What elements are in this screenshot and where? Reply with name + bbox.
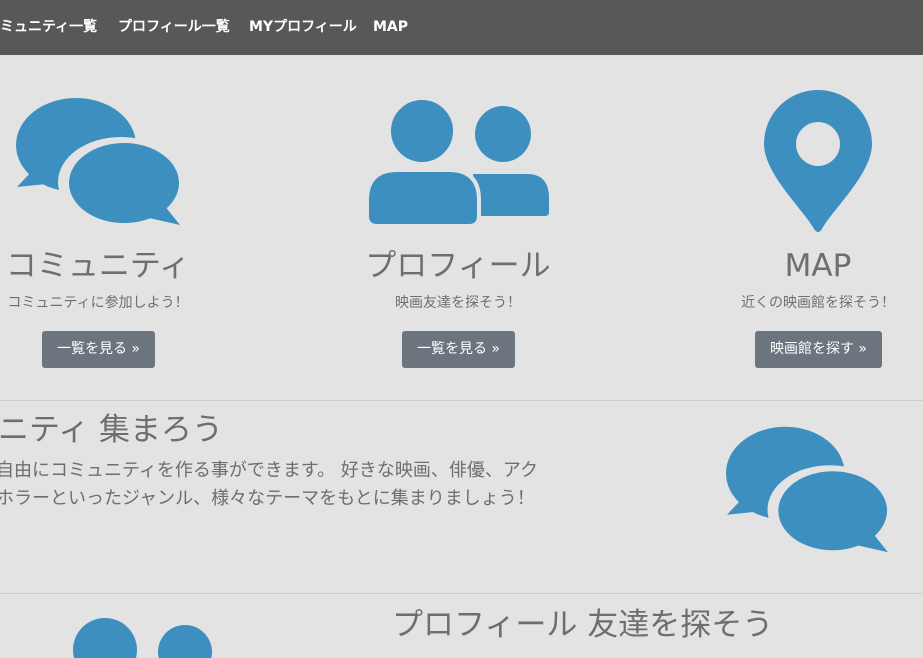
find-theater-button[interactable]: 映画館を探す » — [755, 331, 882, 368]
nav-link-community-list[interactable]: ミュニティ一覧 — [0, 17, 97, 37]
view-community-list-button[interactable]: 一覧を見る » — [42, 331, 155, 368]
users-icon — [73, 618, 212, 658]
chat-bubbles-icon — [725, 426, 890, 555]
profile-section-heading: プロフィール 友達を探そう — [392, 607, 774, 643]
nav-link-profile-list[interactable]: プロフィール一覧 — [118, 17, 230, 37]
view-profile-list-button[interactable]: 一覧を見る » — [402, 331, 515, 368]
feature-title-community: コミュニティ — [5, 248, 191, 284]
feature-desc-map: 近くの映画館を探そう！ — [741, 295, 895, 311]
feature-desc-profile: 映画友達を探そう！ — [395, 295, 521, 311]
nav-link-map[interactable]: MAP — [373, 17, 408, 37]
users-icon — [367, 98, 549, 226]
feature-title-profile: プロフィール — [365, 248, 551, 284]
feature-title-map: MAP — [784, 248, 852, 284]
top-navbar: ミュニティ一覧 プロフィール一覧 MYプロフィール MAP — [0, 0, 923, 55]
chat-bubbles-icon — [16, 98, 182, 227]
section-divider — [0, 400, 923, 401]
section-divider — [0, 593, 923, 594]
feature-desc-community: コミュニティに参加しよう！ — [7, 295, 189, 311]
map-marker-icon — [764, 90, 872, 232]
nav-link-my-profile[interactable]: MYプロフィール — [249, 17, 357, 37]
community-section-heading: ニティ 集まろう — [0, 412, 223, 448]
community-section-text-line1: 自由にコミュニティを作る事ができます。 好きな映画、俳優、アク — [0, 460, 538, 481]
community-section-text-line2: ホラーといったジャンル、様々なテーマをもとに集まりましょう！ — [0, 488, 535, 509]
